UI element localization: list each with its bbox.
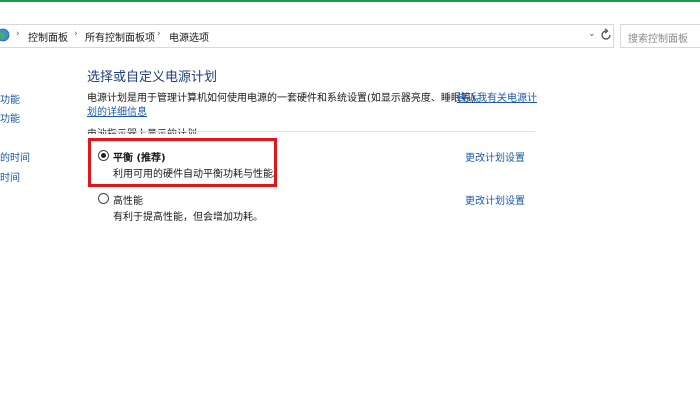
learn-more-link-continued[interactable]: 划的详细信息 (87, 103, 147, 118)
learn-more-link[interactable]: 告诉我有关电源计 (457, 89, 537, 104)
refresh-icon[interactable] (599, 27, 613, 43)
left-nav-item[interactable]: 功能 (0, 91, 20, 106)
left-nav-item[interactable]: 的时间 (0, 149, 30, 164)
highlight-annotation-box (88, 138, 277, 187)
breadcrumb-power-options[interactable]: 电源选项 (169, 29, 209, 44)
plan-high-performance-radio[interactable] (98, 193, 109, 204)
section-divider (87, 131, 535, 132)
page-description: 电源计划是用于管理计算机如何使用电源的一套硬件和系统设置(如显示器亮度、睡眠等)… (87, 93, 485, 104)
window-top-accent (0, 0, 700, 2)
section-heading: 电池指示器上显示的计划 (87, 125, 197, 134)
control-panel-icon (0, 28, 10, 42)
left-nav-item[interactable]: 功能 (0, 110, 20, 125)
page-title: 选择或自定义电源计划 (87, 70, 218, 85)
address-row: › 控制面板 › 所有控制面板项 › 电源选项 ⌄ 搜索控制面板 (0, 24, 700, 50)
breadcrumb-separator: › (16, 29, 20, 39)
plan-description: 有利于提高性能，但会增加功耗。 (113, 212, 263, 223)
plan-name[interactable]: 高性能 (113, 192, 143, 207)
breadcrumb-all-items[interactable]: 所有控制面板项 (85, 29, 155, 44)
chevron-down-icon[interactable]: ⌄ (588, 29, 596, 39)
change-plan-settings-link[interactable]: 更改计划设置 (465, 192, 525, 207)
breadcrumb-separator[interactable]: › (74, 29, 78, 39)
change-plan-settings-link[interactable]: 更改计划设置 (465, 149, 525, 164)
breadcrumb-separator[interactable]: › (157, 29, 161, 39)
search-input[interactable]: 搜索控制面板 (620, 24, 700, 48)
breadcrumb-control-panel[interactable]: 控制面板 (28, 29, 68, 44)
left-nav-item[interactable]: 时间 (0, 169, 20, 184)
